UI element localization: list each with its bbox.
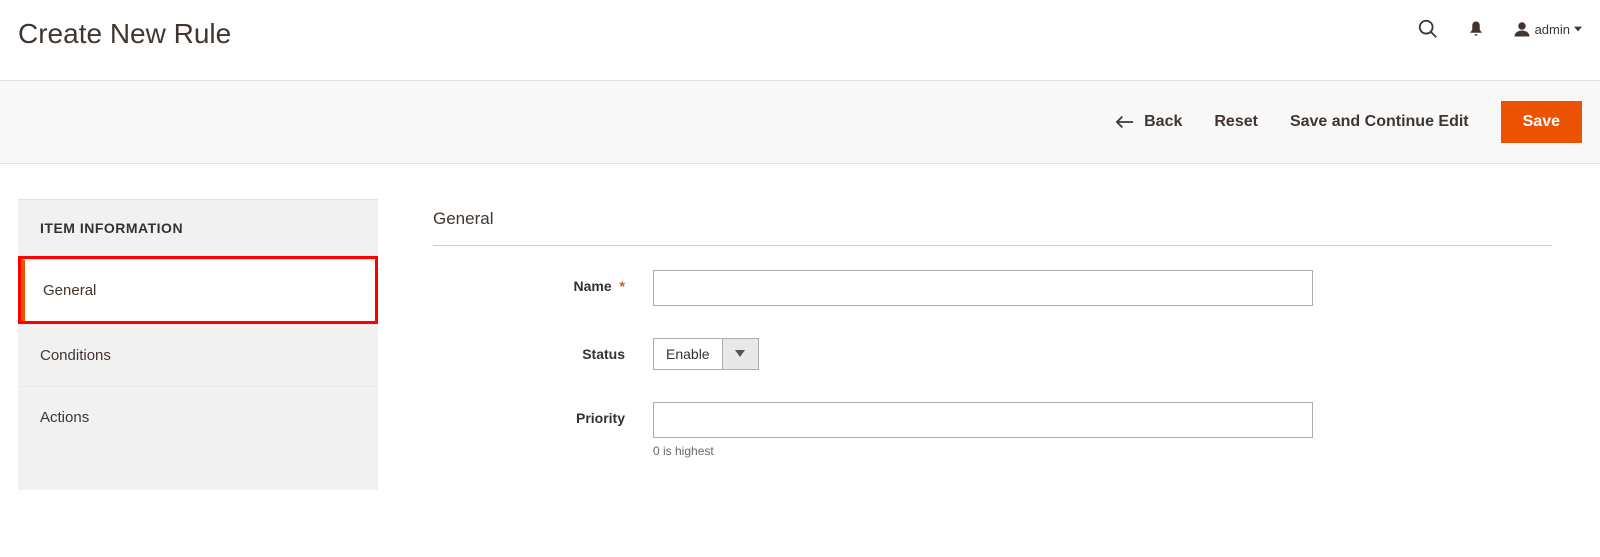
back-button[interactable]: Back xyxy=(1116,113,1182,131)
page-title: Create New Rule xyxy=(18,18,231,50)
reset-label: Reset xyxy=(1214,113,1258,131)
sidebar-title: ITEM INFORMATION xyxy=(18,200,378,256)
section-title: General xyxy=(433,209,1552,246)
required-star: * xyxy=(620,278,625,294)
action-bar: Back Reset Save and Continue Edit Save xyxy=(0,80,1600,164)
name-label: Name xyxy=(574,278,612,294)
search-icon[interactable] xyxy=(1417,18,1439,40)
form-row-priority: Priority 0 is highest xyxy=(433,402,1552,458)
form-row-name: Name * xyxy=(433,270,1552,306)
chevron-down-icon xyxy=(1574,25,1582,33)
tab-conditions[interactable]: Conditions xyxy=(18,324,378,386)
save-continue-button[interactable]: Save and Continue Edit xyxy=(1290,113,1469,131)
user-menu[interactable]: admin xyxy=(1513,20,1582,38)
sidebar: ITEM INFORMATION General Conditions Acti… xyxy=(18,199,378,490)
user-label: admin xyxy=(1535,22,1570,37)
chevron-down-icon xyxy=(722,339,758,369)
back-label: Back xyxy=(1144,113,1182,131)
priority-label: Priority xyxy=(576,410,625,426)
reset-button[interactable]: Reset xyxy=(1214,113,1258,131)
notifications-icon[interactable] xyxy=(1467,20,1485,38)
status-select-value: Enable xyxy=(654,339,722,369)
save-button[interactable]: Save xyxy=(1501,101,1582,143)
tab-general[interactable]: General xyxy=(21,259,375,321)
form-row-status: Status Enable xyxy=(433,338,1552,370)
priority-hint: 0 is highest xyxy=(653,444,1313,458)
status-select[interactable]: Enable xyxy=(653,338,759,370)
save-continue-label: Save and Continue Edit xyxy=(1290,113,1469,131)
arrow-left-icon xyxy=(1116,115,1134,129)
priority-input[interactable] xyxy=(653,402,1313,438)
name-input[interactable] xyxy=(653,270,1313,306)
tab-actions[interactable]: Actions xyxy=(18,386,378,448)
status-label: Status xyxy=(582,346,625,362)
